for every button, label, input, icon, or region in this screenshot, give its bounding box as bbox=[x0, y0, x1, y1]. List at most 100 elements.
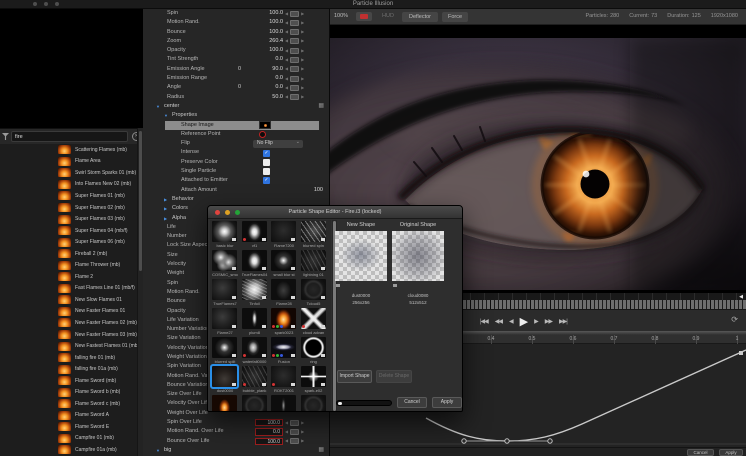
list-item-falling-fire-01a-mb[interactable]: falling fire 01a (mb) bbox=[0, 363, 137, 375]
curve-point[interactable] bbox=[547, 438, 553, 444]
list-item-flame-thrower-mb[interactable]: Flame Thrower (mb) bbox=[0, 259, 137, 271]
property-row-zoom[interactable]: Zoom 260.4 ◀ ▶ bbox=[143, 37, 329, 46]
tree-expand-icon[interactable]: ▶ bbox=[164, 204, 167, 213]
property-value[interactable]: 100.0 bbox=[241, 18, 283, 27]
property-row-spin[interactable]: Spin 100.0 ◀ ▶ bbox=[143, 9, 329, 18]
shape-cell-bubble-plank[interactable]: bubble_plank bbox=[240, 365, 270, 394]
flip-dropdown[interactable]: No Flip ⌄ bbox=[253, 139, 303, 148]
property-row-big[interactable]: ▼ big ▦ bbox=[143, 446, 329, 455]
property-row-bounce[interactable]: Bounce 100.0 ◀ ▶ bbox=[143, 28, 329, 37]
increment-arrow-icon[interactable]: ▶ bbox=[301, 85, 304, 91]
increment-arrow-icon[interactable]: ▶ bbox=[301, 429, 304, 435]
shape-cell-fusion[interactable]: Fusion bbox=[269, 336, 299, 365]
decrement-arrow-icon[interactable]: ◀ bbox=[285, 11, 288, 17]
property-row-preserve-color[interactable]: Preserve Color bbox=[143, 158, 329, 167]
shape-cell-flame7200[interactable]: Flame7200 bbox=[269, 220, 299, 249]
property-value[interactable]: 100.0 bbox=[241, 28, 283, 37]
increment-arrow-icon[interactable]: ▶ bbox=[301, 438, 304, 444]
slider-handle[interactable] bbox=[290, 38, 300, 45]
property-row-behavior[interactable]: ▶ Behavior bbox=[143, 195, 329, 204]
list-item-campfire-01-mb[interactable]: Campfire 01 (mb) bbox=[0, 433, 137, 445]
property-value[interactable]: 0.0 bbox=[241, 83, 283, 92]
rewind-button[interactable]: ◀◀ bbox=[495, 318, 503, 325]
increment-arrow-icon[interactable]: ▶ bbox=[301, 76, 304, 82]
checkbox-preserve-color[interactable] bbox=[263, 158, 270, 166]
import-shape-button[interactable]: Import Shape bbox=[337, 370, 372, 383]
dialog-apply-button[interactable]: Apply bbox=[432, 397, 462, 408]
property-value[interactable]: 50.0 bbox=[241, 93, 283, 102]
scrollbar-thumb[interactable] bbox=[139, 131, 142, 271]
list-item-new-faster-flames-02-mb[interactable]: New Faster Flames 02 (mb) bbox=[0, 317, 137, 329]
property-row-shape-image[interactable]: Shape Image bbox=[143, 120, 329, 130]
zoom-level-dropdown[interactable]: 100% bbox=[334, 13, 348, 19]
shape-cell-flame28[interactable]: Flame28 bbox=[269, 278, 299, 307]
filter-funnel-icon[interactable] bbox=[2, 133, 9, 140]
tree-expand-icon[interactable]: ▶ bbox=[164, 195, 167, 204]
list-item-super-flames-04-mb-f[interactable]: Super Flames 04 (mb/f) bbox=[0, 225, 137, 237]
shape-cell-flame27[interactable]: Flame27 bbox=[210, 307, 240, 336]
checkbox-attached-to-emitter[interactable]: ✓ bbox=[263, 177, 270, 185]
increment-arrow-icon[interactable]: ▶ bbox=[301, 57, 304, 63]
value-stepper[interactable]: ◀ ▶ bbox=[285, 94, 315, 101]
shape-cell-dust0000[interactable]: dust0000 bbox=[210, 364, 240, 394]
property-row-single-particle[interactable]: Single Particle bbox=[143, 167, 329, 176]
list-item-falling-fire-01-mb[interactable]: falling fire 01 (mb) bbox=[0, 352, 137, 364]
list-item-flame-sword-a[interactable]: Flame Sword A bbox=[0, 410, 137, 422]
increment-arrow-icon[interactable]: ▶ bbox=[301, 38, 304, 44]
decrement-arrow-icon[interactable]: ◀ bbox=[285, 48, 288, 54]
slider-handle[interactable] bbox=[290, 84, 300, 91]
property-row-emission-range[interactable]: Emission Range 0.0 ◀ ▶ bbox=[143, 74, 329, 83]
shape-cell-basic-blur[interactable]: basic blur bbox=[210, 220, 240, 249]
shape-cell-trueflames04[interactable]: TrueFlames04 bbox=[240, 249, 270, 278]
shape-cell-blurred-split[interactable]: blurred split bbox=[210, 336, 240, 365]
shape-cell-more[interactable] bbox=[240, 394, 270, 411]
shape-cell-more[interactable] bbox=[299, 394, 329, 411]
slider-handle[interactable] bbox=[290, 94, 300, 101]
property-row-motion-rand-over-life[interactable]: Motion Rand. Over Life 0.0 ◀ ▶ bbox=[143, 427, 329, 436]
value-stepper[interactable]: ◀ ▶ bbox=[285, 29, 315, 36]
decrement-arrow-icon[interactable]: ◀ bbox=[285, 57, 288, 63]
increment-arrow-icon[interactable]: ▶ bbox=[301, 48, 304, 54]
hud-toggle-button[interactable]: HUD bbox=[382, 13, 394, 19]
shape-cell-spark-e02[interactable]: spark-e02 bbox=[299, 365, 329, 394]
list-item-flame-sword-c-mb[interactable]: Flame Sword c (mb) bbox=[0, 398, 137, 410]
property-value[interactable]: 100.0 bbox=[241, 46, 283, 55]
shape-cell-more[interactable] bbox=[210, 394, 240, 411]
decrement-arrow-icon[interactable]: ◀ bbox=[285, 85, 288, 91]
property-row-spin-over-life[interactable]: Spin Over Life 100.0 ◀ ▶ bbox=[143, 418, 329, 427]
curve-keyframe[interactable] bbox=[739, 351, 743, 355]
shape-cell-rokt2001[interactable]: ROKT2001 bbox=[269, 365, 299, 394]
list-item-flame-sword-e[interactable]: Flame Sword E bbox=[0, 421, 137, 433]
list-item-new-faster-flames-01[interactable]: New Faster Flames 01 bbox=[0, 306, 137, 318]
shape-cell-trueflames7[interactable]: TrueFlames7 bbox=[210, 278, 240, 307]
list-item-swirl-storm-sparks-01-mb[interactable]: Swirl Storm Sparks 01 (mb) bbox=[0, 167, 137, 179]
property-value[interactable]: 100 bbox=[314, 186, 323, 195]
value-stepper[interactable]: ◀ ▶ bbox=[285, 75, 315, 82]
increment-arrow-icon[interactable]: ▶ bbox=[301, 20, 304, 26]
checkbox-intense[interactable]: ✓ bbox=[263, 149, 270, 157]
shape-cell-tinfoil[interactable]: Tinfoil bbox=[240, 278, 270, 307]
shape-image-thumbnail[interactable] bbox=[259, 121, 271, 130]
play-button[interactable]: ▶ bbox=[520, 315, 529, 328]
go-last-button[interactable]: ▶▶| bbox=[559, 318, 568, 325]
decrement-arrow-icon[interactable]: ◀ bbox=[285, 420, 288, 426]
list-item-scattering-flames-mb[interactable]: Scattering Flames (mb) bbox=[0, 144, 137, 156]
dialog-cancel-button[interactable]: Cancel bbox=[397, 397, 427, 408]
increment-arrow-icon[interactable]: ▶ bbox=[301, 66, 304, 72]
list-item-new-faster-flames-03-mb[interactable]: New Faster Flames 03 (mb) bbox=[0, 329, 137, 341]
property-value[interactable]: 90.0 bbox=[241, 65, 283, 74]
value-stepper[interactable]: ◀ ▶ bbox=[285, 438, 315, 445]
decrement-arrow-icon[interactable]: ◀ bbox=[285, 429, 288, 435]
slider-handle[interactable] bbox=[290, 75, 300, 82]
grid-view-icon[interactable]: ▦ bbox=[318, 102, 324, 111]
decrement-arrow-icon[interactable]: ◀ bbox=[285, 76, 288, 82]
property-row-opacity[interactable]: Opacity 100.0 ◀ ▶ bbox=[143, 46, 329, 55]
decrement-arrow-icon[interactable]: ◀ bbox=[285, 66, 288, 72]
apply-button[interactable]: Apply bbox=[719, 449, 743, 456]
keyframed-value[interactable]: 0.0 bbox=[255, 428, 283, 436]
go-first-button[interactable]: |◀◀ bbox=[480, 318, 489, 325]
list-item-super-flames-01-mb[interactable]: Super Flames 01 (mb) bbox=[0, 190, 137, 202]
value-stepper[interactable]: ◀ ▶ bbox=[285, 38, 315, 45]
increment-arrow-icon[interactable]: ▶ bbox=[301, 29, 304, 35]
tree-expand-icon[interactable]: ▼ bbox=[156, 446, 160, 455]
